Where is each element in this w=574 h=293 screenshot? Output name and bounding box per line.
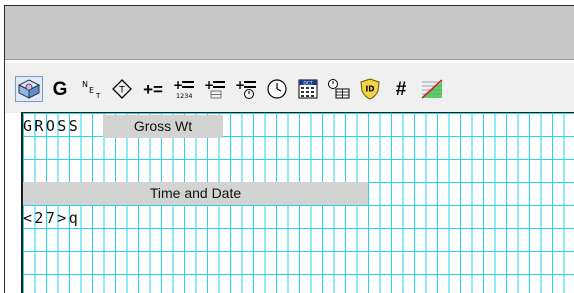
gross-field-button[interactable]: G xyxy=(46,76,74,102)
accumulate-1234-icon: + 1234 xyxy=(173,78,194,100)
graph-button[interactable] xyxy=(418,76,446,102)
gross-g-icon: G xyxy=(52,78,68,100)
tare-diamond-icon: T xyxy=(112,79,132,99)
plus-equals-icon: += xyxy=(143,79,163,99)
time-table-icon xyxy=(328,79,350,99)
designer-window: G N E T T += + 1234 + + DCT ID # GROSS G… xyxy=(4,5,574,293)
label-design-grid[interactable]: GROSS Gross Wt Time and Date <27>q xyxy=(21,112,574,293)
svg-text:1234: 1234 xyxy=(176,92,193,100)
svg-text:E: E xyxy=(89,86,94,95)
escape-code-text[interactable]: <27>q xyxy=(23,207,133,230)
svg-text:+: + xyxy=(235,78,245,92)
subtotal-button[interactable]: + xyxy=(201,76,229,102)
toolbar: G N E T T += + 1234 + + DCT ID # xyxy=(5,63,574,113)
time-table-button[interactable] xyxy=(325,76,353,102)
subtotal-icon: + xyxy=(204,78,225,99)
id-shield-icon: ID xyxy=(360,78,380,100)
counter-button[interactable]: + xyxy=(232,76,260,102)
hash-icon: # xyxy=(395,78,407,100)
id-field-button[interactable]: ID xyxy=(356,76,384,102)
svg-text:ID: ID xyxy=(365,85,374,94)
net-icon: N E T xyxy=(82,80,101,100)
time-and-date-label[interactable]: Time and Date xyxy=(23,182,368,205)
svg-text:DCT: DCT xyxy=(303,80,313,86)
add-field-button[interactable]: += xyxy=(139,76,167,102)
svg-text:+: + xyxy=(204,78,214,92)
dct-table-icon: DCT xyxy=(298,79,318,99)
svg-text:+: + xyxy=(173,78,183,92)
select-cube-icon xyxy=(18,79,40,99)
counter-clock-icon: + xyxy=(235,78,256,99)
graph-icon xyxy=(421,79,443,99)
gross-code-text[interactable]: GROSS xyxy=(23,115,103,138)
svg-text:T: T xyxy=(118,86,125,96)
tare-field-button[interactable]: T xyxy=(108,76,136,102)
title-bar xyxy=(5,6,574,60)
svg-text:T: T xyxy=(95,92,101,100)
number-field-button[interactable]: # xyxy=(387,76,415,102)
clock-icon xyxy=(267,79,287,99)
svg-text:N: N xyxy=(82,80,88,89)
accumulate-button[interactable]: + 1234 xyxy=(170,76,198,102)
select-tool-button[interactable] xyxy=(15,76,43,102)
gross-wt-label[interactable]: Gross Wt xyxy=(103,115,223,138)
dct-table-button[interactable]: DCT xyxy=(294,76,322,102)
time-date-button[interactable] xyxy=(263,76,291,102)
net-field-button[interactable]: N E T xyxy=(77,76,105,102)
